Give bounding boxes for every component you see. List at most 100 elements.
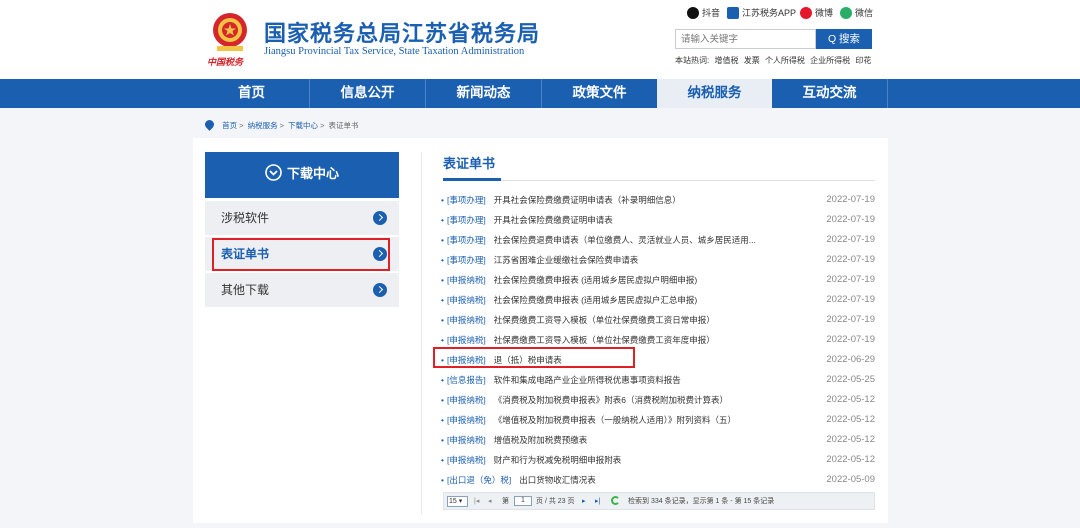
nav-item-info[interactable]: 信息公开 (310, 79, 425, 108)
list-title: 表证单书 (443, 157, 496, 172)
item-title[interactable]: 开具社会保险费缴费证明申请表 (494, 215, 613, 225)
nav-item-tax-service[interactable]: 纳税服务 (657, 79, 772, 108)
item-title[interactable]: 财产和行为税减免税明细申报附表 (494, 455, 622, 465)
social-links: 抖音 江苏税务APP 微博 微信 (660, 6, 890, 22)
item-category[interactable]: [事项办理] (447, 215, 486, 225)
next-page-icon[interactable]: ▸ (582, 496, 586, 507)
page-size-select[interactable]: 15 ▾ (447, 496, 468, 507)
item-title[interactable]: 出口货物收汇情况表 (519, 475, 596, 485)
item-title[interactable]: 社保费缴费工资导入模板（单位社保费缴费工资年度申报） (494, 335, 715, 345)
item-date: 2022-05-12 (826, 414, 875, 425)
page-total: 页 / 共 23 页 (536, 498, 575, 505)
hot-words: 本站热词: 增值税 发票 个人所得税 企业所得税 印花 (675, 55, 885, 66)
item-category[interactable]: [事项办理] (447, 195, 486, 205)
chevron-right-icon (373, 211, 387, 225)
list-item[interactable]: • [申报纳税] 社会保险费缴费申报表 (适用城乡居民虚拟户汇总申报) 2022-07… (441, 290, 875, 310)
item-date: 2022-05-12 (826, 454, 875, 465)
weibo-icon (800, 6, 812, 19)
list-item[interactable]: • [事项办理] 开具社会保险费缴费证明申请表（补录明细信息） 2022-07-19 (441, 190, 875, 210)
search-input[interactable] (675, 29, 816, 49)
search-button[interactable]: Q 搜索 (816, 29, 872, 49)
item-title[interactable]: 《消费税及附加税费申报表》附表6（消费税附加税费计算表） (494, 395, 728, 405)
item-date: 2022-07-19 (826, 194, 875, 205)
list-item[interactable]: • [申报纳税] 社会保险费缴费申报表 (适用城乡居民虚拟户明细申报) 2022-07… (441, 270, 875, 290)
item-category[interactable]: [申报纳税] (447, 395, 486, 405)
prev-page-icon[interactable]: ◂ (488, 496, 492, 507)
list-item[interactable]: • [申报纳税] 《增值税及附加税费申报表（一般纳税人适用）》附列资料（五） 2022… (441, 410, 875, 430)
national-emblem-icon[interactable] (208, 10, 252, 54)
item-category[interactable]: [事项办理] (447, 235, 486, 245)
item-category[interactable]: [申报纳税] (447, 315, 486, 325)
item-date: 2022-07-19 (826, 214, 875, 225)
list-item[interactable]: • [事项办理] 开具社会保险费缴费证明申请表 2022-07-19 (441, 210, 875, 230)
download-center-icon (265, 164, 282, 181)
item-category[interactable]: [申报纳税] (447, 455, 486, 465)
list-item[interactable]: • [申报纳税] 社保费缴费工资导入模板（单位社保费缴费工资日常申报） 2022-07… (441, 310, 875, 330)
item-category[interactable]: [申报纳税] (447, 335, 486, 345)
hot-words-label: 本站热词: (675, 56, 710, 65)
wechat-icon (840, 6, 852, 19)
first-page-icon[interactable]: |◂ (474, 496, 479, 507)
list-item[interactable]: • [申报纳税] 增值税及附加税费预缴表 2022-05-12 (441, 430, 875, 450)
hot-word-link[interactable]: 发票 (744, 56, 760, 65)
nav-item-news[interactable]: 新闻动态 (426, 79, 541, 108)
sidebar-item-other[interactable]: 其他下载 (205, 273, 399, 308)
nav-item-policy[interactable]: 政策文件 (542, 79, 657, 108)
sidebar-item-label: 其他下载 (221, 283, 270, 297)
hot-word-link[interactable]: 增值税 (714, 56, 738, 65)
pagination-bar: 15 ▾ |◂ ◂ 第 1 页 / 共 23 页 ▸ ▸| 检索到 334 条记… (443, 492, 875, 510)
item-category[interactable]: [出口退（免）税] (447, 475, 511, 485)
list-item[interactable]: • [申报纳税] 《消费税及附加税费申报表》附表6（消费税附加税费计算表） 2022-… (441, 390, 875, 410)
list-title-underline (443, 180, 875, 181)
item-date: 2022-07-19 (826, 254, 875, 265)
item-date: 2022-07-19 (826, 234, 875, 245)
item-category[interactable]: [事项办理] (447, 255, 486, 265)
sidebar-highlight-box (212, 238, 390, 271)
hot-word-link[interactable]: 印花 (855, 56, 871, 65)
item-title[interactable]: 软件和集成电路产业企业所得税优惠事项资料报告 (494, 375, 681, 385)
item-title[interactable]: 《增值税及附加税费申报表（一般纳税人适用）》附列资料（五） (494, 415, 736, 425)
item-category[interactable]: [申报纳税] (447, 415, 486, 425)
list-title-accent (443, 178, 501, 181)
app-icon (727, 6, 739, 19)
item-title[interactable]: 社会保险费缴费申报表 (适用城乡居民虚拟户汇总申报) (494, 295, 698, 305)
social-weibo-link[interactable]: 微博 (800, 6, 833, 22)
item-date: 2022-06-29 (826, 354, 875, 365)
social-wechat-link[interactable]: 微信 (840, 6, 873, 22)
hot-word-link[interactable]: 个人所得税 (765, 56, 805, 65)
social-app-link[interactable]: 江苏税务APP (727, 6, 796, 22)
site-subtitle: Jiangsu Provincial Tax Service, State Ta… (264, 46, 525, 57)
breadcrumb: 首页 > 纳税服务 > 下载中心 > 表证单书 (203, 118, 359, 131)
item-category[interactable]: [申报纳税] (447, 295, 486, 305)
item-title[interactable]: 社会保险费缴费申报表 (适用城乡居民虚拟户明细申报) (494, 275, 698, 285)
chevron-right-icon (373, 283, 387, 297)
breadcrumb-home[interactable]: 首页 (222, 121, 237, 130)
item-category[interactable]: [申报纳税] (447, 275, 486, 285)
location-pin-icon (203, 118, 216, 131)
list-item[interactable]: • [信息报告] 软件和集成电路产业企业所得税优惠事项资料报告 2022-05-25 (441, 370, 875, 390)
hot-word-link[interactable]: 企业所得税 (810, 56, 850, 65)
item-title[interactable]: 江苏省困难企业缓缴社会保险费申请表 (494, 255, 639, 265)
item-category[interactable]: [信息报告] (447, 375, 486, 385)
breadcrumb-tax-service[interactable]: 纳税服务 (248, 121, 278, 130)
sidebar-item-software[interactable]: 涉税软件 (205, 201, 399, 236)
item-date: 2022-07-19 (826, 334, 875, 345)
nav-item-home[interactable]: 首页 (194, 79, 309, 108)
list-item[interactable]: • [出口退（免）税] 出口货物收汇情况表 2022-05-09 (441, 470, 875, 490)
item-title[interactable]: 社会保险费退费申请表（单位缴费人、灵活就业人员、城乡居民适用... (494, 235, 756, 245)
site-title[interactable]: 国家税务总局江苏省税务局 (264, 16, 540, 48)
social-douyin-link[interactable]: 抖音 (687, 6, 720, 22)
list-item[interactable]: • [事项办理] 江苏省困难企业缓缴社会保险费申请表 2022-07-19 (441, 250, 875, 270)
last-page-icon[interactable]: ▸| (595, 496, 600, 507)
item-title[interactable]: 增值税及附加税费预缴表 (494, 435, 588, 445)
page-number-input[interactable]: 1 (514, 496, 532, 507)
refresh-icon[interactable] (611, 495, 620, 505)
item-date: 2022-05-12 (826, 434, 875, 445)
list-item[interactable]: • [事项办理] 社会保险费退费申请表（单位缴费人、灵活就业人员、城乡居民适用...… (441, 230, 875, 250)
item-title[interactable]: 开具社会保险费缴费证明申请表（补录明细信息） (494, 195, 681, 205)
item-title[interactable]: 社保费缴费工资导入模板（单位社保费缴费工资日常申报） (494, 315, 715, 325)
breadcrumb-download-center[interactable]: 下载中心 (288, 121, 318, 130)
item-category[interactable]: [申报纳税] (447, 435, 486, 445)
list-item[interactable]: • [申报纳税] 财产和行为税减免税明细申报附表 2022-05-12 (441, 450, 875, 470)
nav-item-interaction[interactable]: 互动交流 (772, 79, 887, 108)
